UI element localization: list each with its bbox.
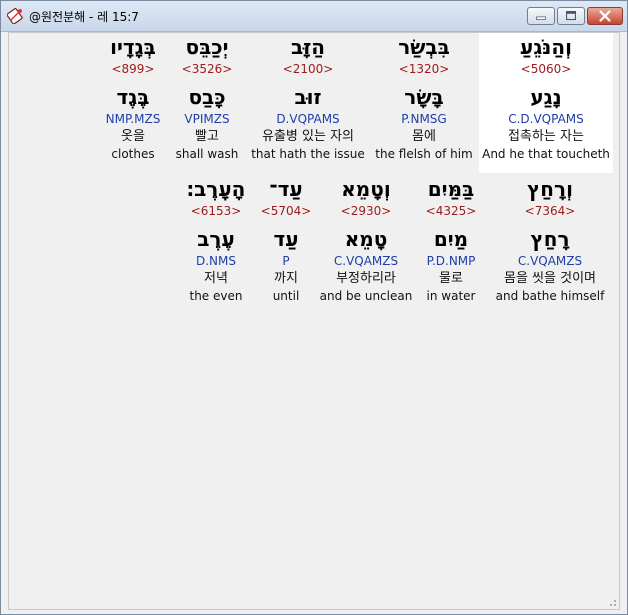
hebrew-word: הַזָּב (291, 35, 325, 59)
lexical-form: בֶּגֶד (116, 85, 150, 109)
strong-number[interactable]: <2100> (249, 61, 367, 77)
lexical-form: טָמֵא (344, 227, 388, 251)
morphology-code: P.NMSG (401, 112, 447, 126)
english-gloss: that hath the issue (251, 147, 365, 161)
minimize-button[interactable] (527, 7, 555, 25)
english-gloss: clothes (111, 147, 155, 161)
strong-number[interactable]: <4325> (417, 203, 485, 219)
maximize-button[interactable] (557, 7, 585, 25)
morphology-code: NMP.MZS (105, 112, 161, 126)
word-block[interactable]: בַּמַּיִם <4325> מַיִם P.D.NMP 물로 in wat… (417, 175, 485, 315)
korean-gloss: 접촉하는 자는 (508, 129, 584, 144)
maximize-icon (566, 11, 576, 21)
hebrew-word: בְּגָדָיו (110, 35, 156, 59)
strong-number[interactable]: <1320> (373, 61, 475, 77)
morphology-code: P.D.NMP (426, 254, 476, 268)
morphology-code: D.NMS (195, 254, 236, 268)
word-block[interactable]: בִּבְשַׂר <1320> בָּשָׂר P.NMSG 몸에 the f… (373, 33, 475, 173)
strong-number[interactable]: <3526> (173, 61, 241, 77)
english-gloss: the flelsh of him (375, 147, 473, 161)
close-button[interactable] (587, 7, 623, 25)
strong-number[interactable]: <5704> (257, 203, 315, 219)
lexical-form: רָחַץ (530, 227, 570, 251)
word-block[interactable]: עַד־ <5704> עַד P 까지 until (257, 175, 315, 315)
morphology-code: D.VQPAMS (276, 112, 340, 126)
hebrew-word: וְהַנֹּגֵעַ (520, 35, 572, 59)
english-gloss: and bathe himself (495, 289, 605, 303)
word-block[interactable]: וְטָמֵא <2930> טָמֵא C.VQAMZS 부정하리라 and … (319, 175, 413, 315)
lexical-form: בָּשָׂר (404, 85, 444, 109)
strong-number[interactable]: <6153> (183, 203, 249, 219)
hebrew-word: יְכַבֵּס (185, 35, 229, 59)
korean-gloss: 몸에 (412, 129, 436, 144)
korean-gloss: 저녁 (204, 271, 228, 286)
bible-book-icon (7, 8, 23, 24)
word-block[interactable]: וְרָחַץ <7364> רָחַץ C.VQAMZS 몸을 씻을 것이며 … (487, 175, 613, 315)
lexical-form: נָגַע (530, 85, 562, 109)
english-gloss: until (272, 289, 300, 303)
main-window: @원전분해 - 레 15:7 וְהַנֹּגֵעַ <5060> נָגַע … (0, 0, 628, 615)
lexical-form: עֶרֶב (197, 227, 235, 251)
english-gloss: shall wash (175, 147, 239, 161)
korean-gloss: 유출병 있는 자의 (262, 129, 354, 144)
hebrew-word: עַד־ (269, 177, 303, 201)
strong-number[interactable]: <7364> (487, 203, 613, 219)
lexical-form: כָּבַס (188, 85, 226, 109)
morphology-code: C.D.VQPAMS (508, 112, 584, 126)
korean-gloss: 빨고 (195, 129, 219, 144)
hebrew-word: בִּבְשַׂר (398, 35, 450, 59)
lexical-form: מַיִם (433, 227, 469, 251)
minimize-icon (536, 16, 546, 20)
morphology-code: VPIMZS (184, 112, 230, 126)
korean-gloss: 옷을 (121, 129, 145, 144)
word-block[interactable]: יְכַבֵּס <3526> כָּבַס VPIMZS 빨고 shall w… (173, 33, 241, 173)
word-block[interactable]: בְּגָדָיו <899> בֶּגֶד NMP.MZS 옷을 clothe… (101, 33, 165, 173)
strong-number[interactable]: <2930> (319, 203, 413, 219)
korean-gloss: 부정하리라 (336, 271, 396, 286)
hebrew-word: בַּמַּיִם (427, 177, 475, 201)
korean-gloss: 물로 (439, 271, 463, 286)
word-block[interactable]: הָעָֽרֶב׃ <6153> עֶרֶב D.NMS 저녁 the even (183, 175, 249, 315)
english-gloss: And he that toucheth (482, 147, 610, 161)
title-bar[interactable]: @원전분해 - 레 15:7 (1, 1, 627, 32)
strong-number[interactable]: <5060> (479, 61, 613, 77)
morphology-code: C.VQAMZS (517, 254, 583, 268)
window-title: @원전분해 - 레 15:7 (29, 10, 139, 24)
lexical-form: זוּב (294, 85, 322, 109)
resize-grip-icon[interactable] (607, 597, 617, 607)
strong-number[interactable]: <899> (101, 61, 165, 77)
english-gloss: in water (426, 289, 476, 303)
english-gloss: and be unclean (319, 289, 413, 303)
korean-gloss: 까지 (274, 271, 298, 286)
hebrew-word: הָעָֽרֶב׃ (186, 177, 246, 201)
morphology-code: P (282, 254, 290, 268)
hebrew-word: וְטָמֵא (341, 177, 391, 201)
english-gloss: the even (189, 289, 243, 303)
hebrew-word: וְרָחַץ (527, 177, 573, 201)
word-block[interactable]: וְהַנֹּגֵעַ <5060> נָגַע C.D.VQPAMS 접촉하는… (479, 33, 613, 173)
lexical-form: עַד (273, 227, 299, 251)
word-block[interactable]: הַזָּב <2100> זוּב D.VQPAMS 유출병 있는 자의 th… (249, 33, 367, 173)
morphology-code: C.VQAMZS (333, 254, 399, 268)
interlinear-panel: וְהַנֹּגֵעַ <5060> נָגַע C.D.VQPAMS 접촉하는… (8, 32, 620, 610)
korean-gloss: 몸을 씻을 것이며 (504, 271, 596, 286)
close-icon (599, 10, 611, 22)
